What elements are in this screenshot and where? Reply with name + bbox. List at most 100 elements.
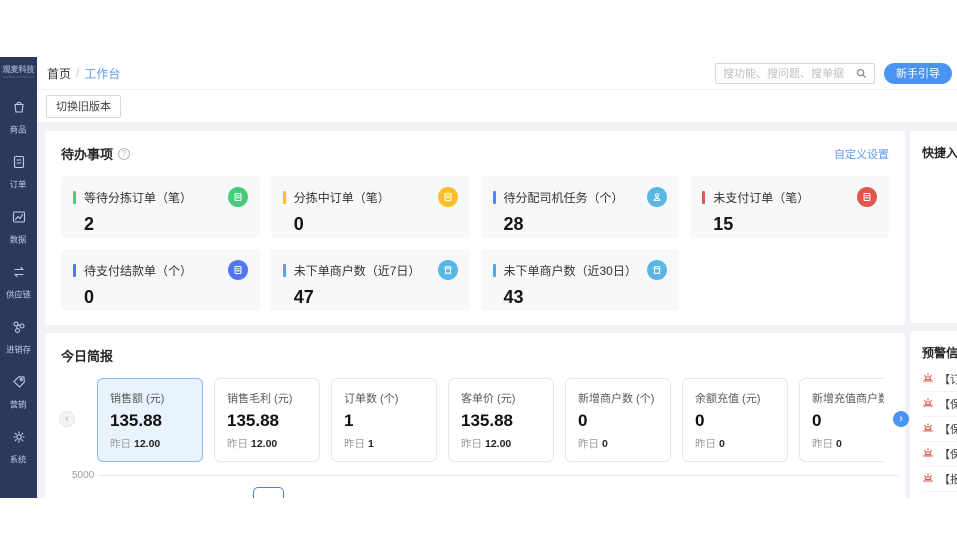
sidebar-item-label: 营销 [10,400,27,410]
stat-yesterday: 昨日 12.00 [461,438,512,450]
todo-card-label: 未下单商户数（近30日） [503,263,637,278]
order-icon [11,154,27,175]
accent-bar [702,190,706,204]
customize-settings-link[interactable]: 自定义设置 [834,146,889,162]
alert-item-3[interactable]: 【保质 [922,417,957,442]
sidebar-item-label: 系统 [10,455,27,465]
supply-icon [11,264,27,285]
sidebar: 观麦科技 GUANMAI TECHNOLOGY 商品 订单 数据 供应链 进销存营销系统 [0,57,37,498]
stat-yesterday: 昨日 12.00 [110,438,161,450]
chart-gridline [98,475,899,476]
alert-item-4[interactable]: 【保质 [922,442,957,467]
store-icon [437,260,458,280]
quick-entry-panel: 快捷入口 [910,131,957,323]
siren-icon [922,395,934,413]
todo-card-value: 0 [293,214,304,234]
help-icon[interactable]: ? [118,147,131,160]
brief-panel: 今日简报 ‹ 销售额 (元) 135.88 昨日 12.00 销售毛利 (元) 135.8… [45,333,909,498]
stat-strip: 销售额 (元) 135.88 昨日 12.00 销售毛利 (元) 135.88 昨日 12.0… [97,378,884,462]
todo-panel: 待办事项 ? 自定义设置 等待分拣订单（笔） 2 分拣中订单（笔） 0 待分配司机任务（… [45,131,905,325]
todo-card-sorting-in-progress[interactable]: 分拣中订单（笔） 0 [270,176,470,238]
sidebar-item-system[interactable]: 系统 [0,423,37,478]
brand-logo[interactable]: 观麦科技 GUANMAI TECHNOLOGY [0,57,37,79]
stat-yesterday: 昨日 0 [695,438,725,450]
todo-title: 待办事项 [61,147,114,162]
alerts-list: 【订单【保质【保质【保质【报价 [922,367,957,492]
breadcrumb-current[interactable]: 工作台 [84,65,120,82]
alert-item-5[interactable]: 【报价 [922,467,957,492]
sidebar-item-supply-chain[interactable]: 供应链 [0,258,37,313]
stat-value: 0 [812,411,822,430]
stat-value: 135.88 [110,411,162,430]
todo-card-value: 2 [84,214,95,234]
carousel-prev-button[interactable]: ‹ [59,411,75,427]
todo-card-no-order-30d[interactable]: 未下单商户数（近30日） 43 [480,249,680,311]
siren-icon [922,370,934,388]
todo-card-value: 28 [503,214,524,234]
stat-yesterday: 昨日 0 [578,438,608,450]
alert-item-2[interactable]: 【保质 [922,392,957,417]
accent-bar [73,190,76,204]
main-area: 首页 / 工作台 搜功能、搜问题、搜单据 新手引导 切换旧版本 待办事项 ? 自… [37,57,957,498]
stat-card-balance-recharge[interactable]: 余额充值 (元) 0 昨日 0 [682,378,788,462]
content: 待办事项 ? 自定义设置 等待分拣订单（笔） 2 分拣中订单（笔） 0 待分配司机任务（… [37,123,957,498]
chart-y-tick: 5000 [72,470,95,481]
alerts-title: 预警信息 [922,346,957,360]
todo-panel-header: 待办事项 ? 自定义设置 [61,144,889,163]
todo-card-unpaid-orders[interactable]: 未支付订单（笔） 15 [690,176,889,238]
stat-label: 订单数 (个) [344,393,399,405]
brief-panel-header: 今日简报 [61,346,889,365]
search-input[interactable]: 搜功能、搜问题、搜单据 [715,62,875,84]
todo-card-driver-tasks[interactable]: 待分配司机任务（个） 28 [480,176,680,238]
stat-card-avg-order-value[interactable]: 客单价 (元) 135.88 昨日 12.00 [448,378,554,462]
stat-card-recharge-merchants[interactable]: 新增充值商户数 (个 0 昨日0 [799,378,884,462]
breadcrumb-home[interactable]: 首页 [47,65,71,82]
stat-card-sales[interactable]: 销售额 (元) 135.88 昨日 12.00 [97,378,203,462]
doc-icon [227,260,248,280]
stat-yesterday: 昨日 12.00 [227,438,278,450]
alert-text: 【保质 [939,449,957,461]
stat-value: 0 [578,411,588,430]
todo-card-settlement-pending[interactable]: 待支付结款单（个） 0 [61,249,260,311]
molecule-icon [11,319,27,340]
doc-icon [857,187,877,207]
brief-title: 今日简报 [61,349,114,364]
todo-card-label: 未下单商户数（近7日） [293,263,421,278]
stat-card-gross-profit[interactable]: 销售毛利 (元) 135.88 昨日 12.00 [214,378,320,462]
stat-carousel: ‹ 销售额 (元) 135.88 昨日 12.00 销售毛利 (元) 135.88 昨日 12… [59,378,909,462]
search-placeholder: 搜功能、搜问题、搜单据 [723,68,844,80]
sidebar-item-orders[interactable]: 订单 [0,148,37,203]
siren-icon [922,420,934,438]
breadcrumb-separator: / [76,66,80,80]
gear-icon [11,429,27,450]
sidebar-item-marketing[interactable]: 营销 [0,368,37,423]
alert-text: 【保质 [939,399,957,411]
todo-card-value: 0 [84,287,95,307]
sidebar-item-goods[interactable]: 商品 [0,93,37,148]
carousel-next-button[interactable]: › [893,411,909,427]
stat-card-order-count[interactable]: 订单数 (个) 1 昨日 1 [331,378,437,462]
subbar: 切换旧版本 [37,90,957,122]
todo-card-label: 未支付订单（笔） [713,190,810,205]
beginner-guide-button[interactable]: 新手引导 [884,62,952,84]
topbar: 首页 / 工作台 搜功能、搜问题、搜单据 新手引导 [37,57,957,90]
todo-card-value: 15 [713,214,734,234]
bag-icon [11,99,27,120]
sidebar-item-data[interactable]: 数据 [0,203,37,258]
sidebar-item-inventory[interactable]: 进销存 [0,313,37,368]
stat-card-new-merchants[interactable]: 新增商户数 (个) 0 昨日 0 [565,378,671,462]
stat-value: 0 [695,411,705,430]
todo-card-sorting-wait[interactable]: 等待分拣订单（笔） 2 [61,176,260,238]
left-column: 待办事项 ? 自定义设置 等待分拣订单（笔） 2 分拣中订单（笔） 0 待分配司机任务（… [45,131,909,498]
todo-card-no-order-7d[interactable]: 未下单商户数（近7日） 47 [270,249,470,311]
stat-value: 135.88 [461,411,513,430]
stat-yesterday: 昨日 0 [812,438,842,450]
accent-bar [282,263,286,277]
tag-icon [11,374,27,395]
switch-old-version-button[interactable]: 切换旧版本 [46,94,121,118]
todo-card-label: 待分配司机任务（个） [503,190,624,205]
todo-card-label: 分拣中订单（笔） [293,190,390,205]
brand-name: 观麦科技 [2,65,35,74]
store-icon [647,260,668,280]
alert-item-1[interactable]: 【订单 [922,367,957,392]
